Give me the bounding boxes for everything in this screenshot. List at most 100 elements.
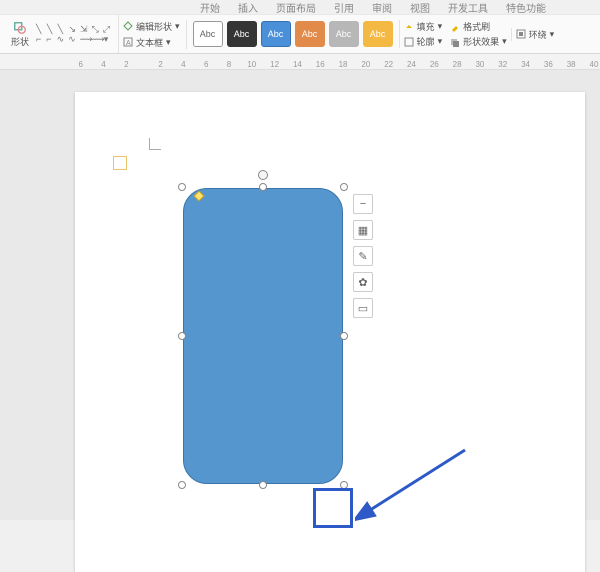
rounded-rectangle-shape[interactable] — [183, 188, 343, 484]
chevron-down-icon: ▾ — [166, 37, 171, 48]
tab-view[interactable]: 视图 — [410, 0, 430, 14]
outline-icon — [404, 37, 414, 47]
outline-label: 轮廓 — [417, 35, 435, 48]
resize-handle-mr[interactable] — [340, 332, 348, 340]
ruler-mark: 18 — [337, 60, 348, 69]
ruler-mark: 14 — [292, 60, 303, 69]
float-btn-style[interactable]: ✿ — [353, 272, 373, 292]
ruler-mark: 38 — [565, 60, 576, 69]
tab-dev[interactable]: 开发工具 — [448, 0, 488, 14]
format-painter-label: 格式刷 — [463, 20, 490, 33]
shapes-button[interactable]: 形状 — [6, 16, 34, 52]
wrap-group: 环绕▾ — [511, 28, 559, 41]
line-gallery[interactable]: ╲╲╲↘⇲⤡⤢ ⌐⌐∿∿⟿⟿▾ — [34, 16, 112, 52]
resize-handle-tr[interactable] — [340, 183, 348, 191]
resize-handle-tl[interactable] — [178, 183, 186, 191]
editor-surface: − ▦ ✎ ✿ ▭ — [0, 70, 600, 520]
ruler-mark: 10 — [246, 60, 257, 69]
ruler-mark: 28 — [451, 60, 462, 69]
rotate-handle[interactable] — [258, 170, 268, 180]
ruler-mark: 22 — [383, 60, 394, 69]
resize-handle-tm[interactable] — [259, 183, 267, 191]
shape-effect-button[interactable]: 形状效果▾ — [450, 35, 507, 48]
tab-start[interactable]: 开始 — [200, 0, 220, 14]
edit-group: 编辑形状▾ A 文本框▾ — [119, 20, 187, 49]
float-btn-edit[interactable]: ✎ — [353, 246, 373, 266]
outline-button[interactable]: 轮廓▾ — [404, 35, 443, 48]
tab-feature[interactable]: 特色功能 — [506, 0, 546, 14]
ruler-mark: 6 — [200, 60, 211, 69]
ruler-mark: 2 — [121, 60, 132, 69]
ruler-mark: 12 — [269, 60, 280, 69]
format-painter-button[interactable]: 格式刷 — [450, 20, 507, 33]
tab-reference[interactable]: 引用 — [334, 0, 354, 14]
svg-text:A: A — [126, 40, 131, 47]
format-group: 格式刷 形状效果▾ — [446, 20, 511, 48]
fill-label: 填充 — [417, 20, 435, 33]
ruler-mark: 32 — [497, 60, 508, 69]
tab-review[interactable]: 审阅 — [372, 0, 392, 14]
chevron-down-icon: ▾ — [550, 29, 555, 40]
annotation-highlight-box — [313, 488, 353, 528]
fill-outline-group: 填充▾ 轮廓▾ — [399, 20, 447, 48]
ruler-mark: 6 — [75, 60, 86, 69]
tab-layout[interactable]: 页面布局 — [276, 0, 316, 14]
shapes-group: 形状 ╲╲╲↘⇲⤡⤢ ⌐⌐∿∿⟿⟿▾ — [0, 15, 119, 53]
float-btn-collapse[interactable]: − — [353, 194, 373, 214]
shape-effect-label: 形状效果 — [463, 35, 499, 48]
floating-toolbar: − ▦ ✎ ✿ ▭ — [353, 194, 375, 318]
document-page[interactable]: − ▦ ✎ ✿ ▭ — [75, 92, 585, 572]
brush-icon — [450, 22, 460, 32]
selected-shape[interactable] — [183, 188, 343, 484]
shapes-label: 形状 — [11, 35, 29, 48]
text-box-button[interactable]: A 文本框▾ — [123, 36, 180, 49]
ruler-mark: 34 — [520, 60, 531, 69]
annotation-arrow — [355, 442, 475, 532]
ruler-mark: 4 — [178, 60, 189, 69]
wrap-button[interactable]: 环绕▾ — [516, 28, 555, 41]
chevron-down-icon: ▾ — [175, 21, 180, 32]
ruler-mark: 8 — [223, 60, 234, 69]
resize-handle-bl[interactable] — [178, 481, 186, 489]
ruler-mark: 4 — [98, 60, 109, 69]
edit-shape-label: 编辑形状 — [136, 20, 172, 33]
text-box-label: 文本框 — [136, 36, 163, 49]
chevron-down-icon: ▾ — [438, 36, 443, 47]
horizontal-ruler: 642246810121416182022242628303234363840 — [0, 54, 600, 70]
edit-shape-icon — [123, 21, 133, 31]
resize-handle-bm[interactable] — [259, 481, 267, 489]
float-btn-outline[interactable]: ▭ — [353, 298, 373, 318]
fill-icon — [404, 22, 414, 32]
shapes-icon — [13, 21, 27, 35]
float-btn-layout[interactable]: ▦ — [353, 220, 373, 240]
fill-button[interactable]: 填充▾ — [404, 20, 443, 33]
ruler-mark: 20 — [360, 60, 371, 69]
style-swatch-2[interactable]: Abc — [227, 21, 257, 47]
resize-handle-ml[interactable] — [178, 332, 186, 340]
text-box-icon: A — [123, 37, 133, 47]
style-swatch-5[interactable]: Abc — [329, 21, 359, 47]
paragraph-mark — [113, 156, 127, 170]
wrap-icon — [516, 29, 526, 39]
style-swatch-1[interactable]: Abc — [193, 21, 223, 47]
ruler-mark: 30 — [474, 60, 485, 69]
ruler-mark: 24 — [406, 60, 417, 69]
style-gallery: Abc Abc Abc Abc Abc Abc — [187, 21, 399, 47]
menu-tabs: 开始 插入 页面布局 引用 审阅 视图 开发工具 特色功能 — [200, 0, 546, 14]
chevron-down-icon: ▾ — [502, 36, 507, 47]
effect-icon — [450, 37, 460, 47]
ribbon: 形状 ╲╲╲↘⇲⤡⤢ ⌐⌐∿∿⟿⟿▾ 编辑形状▾ A 文本框▾ Abc Abc … — [0, 14, 600, 54]
style-swatch-4[interactable]: Abc — [295, 21, 325, 47]
edit-shape-button[interactable]: 编辑形状▾ — [123, 20, 180, 33]
ruler-mark: 26 — [429, 60, 440, 69]
style-swatch-6[interactable]: Abc — [363, 21, 393, 47]
style-swatch-3[interactable]: Abc — [261, 21, 291, 47]
ruler-mark: 40 — [588, 60, 599, 69]
chevron-down-icon: ▾ — [438, 21, 443, 32]
tab-insert[interactable]: 插入 — [238, 0, 258, 14]
ruler-mark: 36 — [543, 60, 554, 69]
ruler-mark: 16 — [315, 60, 326, 69]
ruler-mark: 2 — [155, 60, 166, 69]
margin-corner-mark — [149, 138, 161, 150]
wrap-label: 环绕 — [529, 28, 547, 41]
